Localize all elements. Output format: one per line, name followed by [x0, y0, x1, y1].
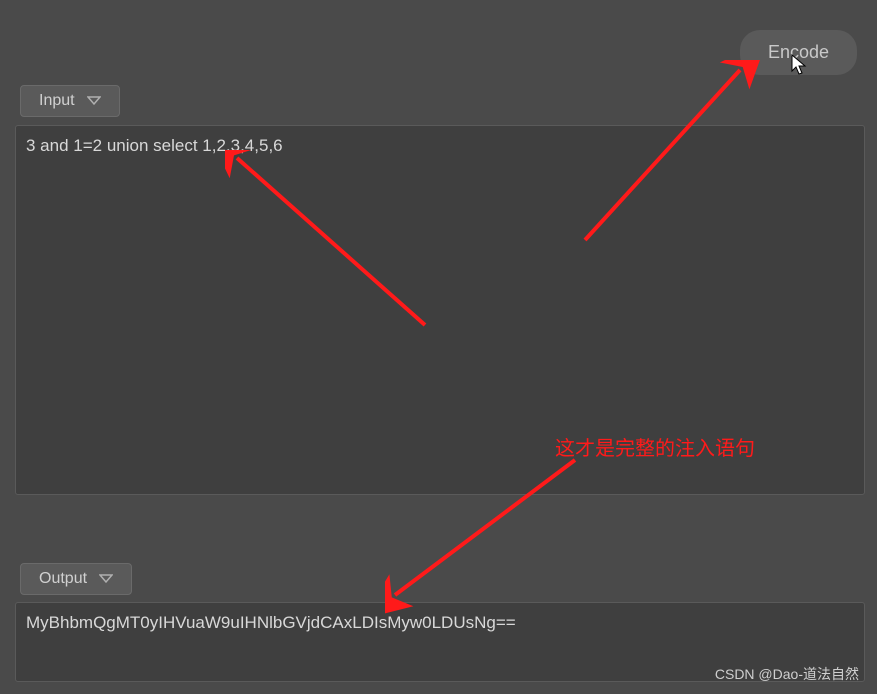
input-dropdown[interactable]: Input — [20, 85, 120, 117]
output-dropdown[interactable]: Output — [20, 563, 132, 595]
output-label-text: Output — [39, 570, 87, 588]
watermark-text: CSDN @Dao-道法自然 — [715, 664, 859, 684]
chevron-down-icon — [87, 96, 101, 106]
input-label-text: Input — [39, 92, 75, 110]
app-container: Encode Input 3 and 1=2 union select 1,2,… — [0, 0, 877, 694]
annotation-note-1: 这才是完整的注入语句 — [555, 432, 755, 461]
chevron-down-icon — [99, 574, 113, 584]
input-section-header: Input — [20, 85, 120, 117]
output-section-header: Output — [20, 563, 132, 595]
encode-button[interactable]: Encode — [740, 30, 857, 75]
